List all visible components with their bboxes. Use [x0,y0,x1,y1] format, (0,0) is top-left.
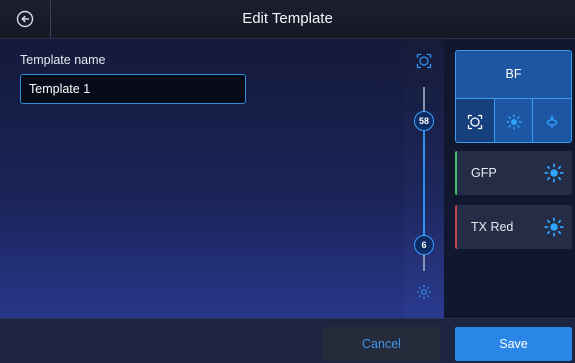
focus-slider-range [423,121,425,245]
light-adjust-icon [547,115,558,129]
bf-light-adjust-button[interactable] [533,99,571,142]
bf-tool-row [456,98,571,142]
channel-card-bf[interactable]: BF [455,50,572,143]
channel-card-gfp[interactable]: GFP [455,151,572,195]
template-form-area: Template name [0,39,404,318]
template-name-label: Template name [20,53,106,67]
coarse-focus-handle[interactable]: 58 [414,111,434,131]
brightness-icon [505,114,522,130]
bf-autofocus-button[interactable] [456,99,495,142]
footer-bar: Cancel Save [0,318,575,363]
channel-label-bf: BF [505,67,522,81]
focus-slider-column: 58 6 [404,39,444,318]
template-name-input[interactable] [20,74,246,104]
brightness-icon[interactable] [544,163,564,188]
save-button[interactable]: Save [455,327,572,361]
autofocus-icon[interactable] [416,53,432,74]
autofocus-icon [467,114,482,130]
channel-label-txred: TX Red [471,220,514,234]
channel-panel: BF GFP TX Red [444,39,575,318]
header-bar: Edit Template [0,0,575,39]
page-title: Edit Template [242,10,333,27]
brightness-icon[interactable] [544,217,564,242]
focus-dim-icon[interactable] [416,284,432,305]
channel-label-gfp: GFP [471,166,497,180]
cancel-button[interactable]: Cancel [323,327,440,361]
fine-focus-handle[interactable]: 6 [414,235,434,255]
channel-card-txred[interactable]: TX Red [455,205,572,249]
bf-brightness-button[interactable] [495,99,534,142]
